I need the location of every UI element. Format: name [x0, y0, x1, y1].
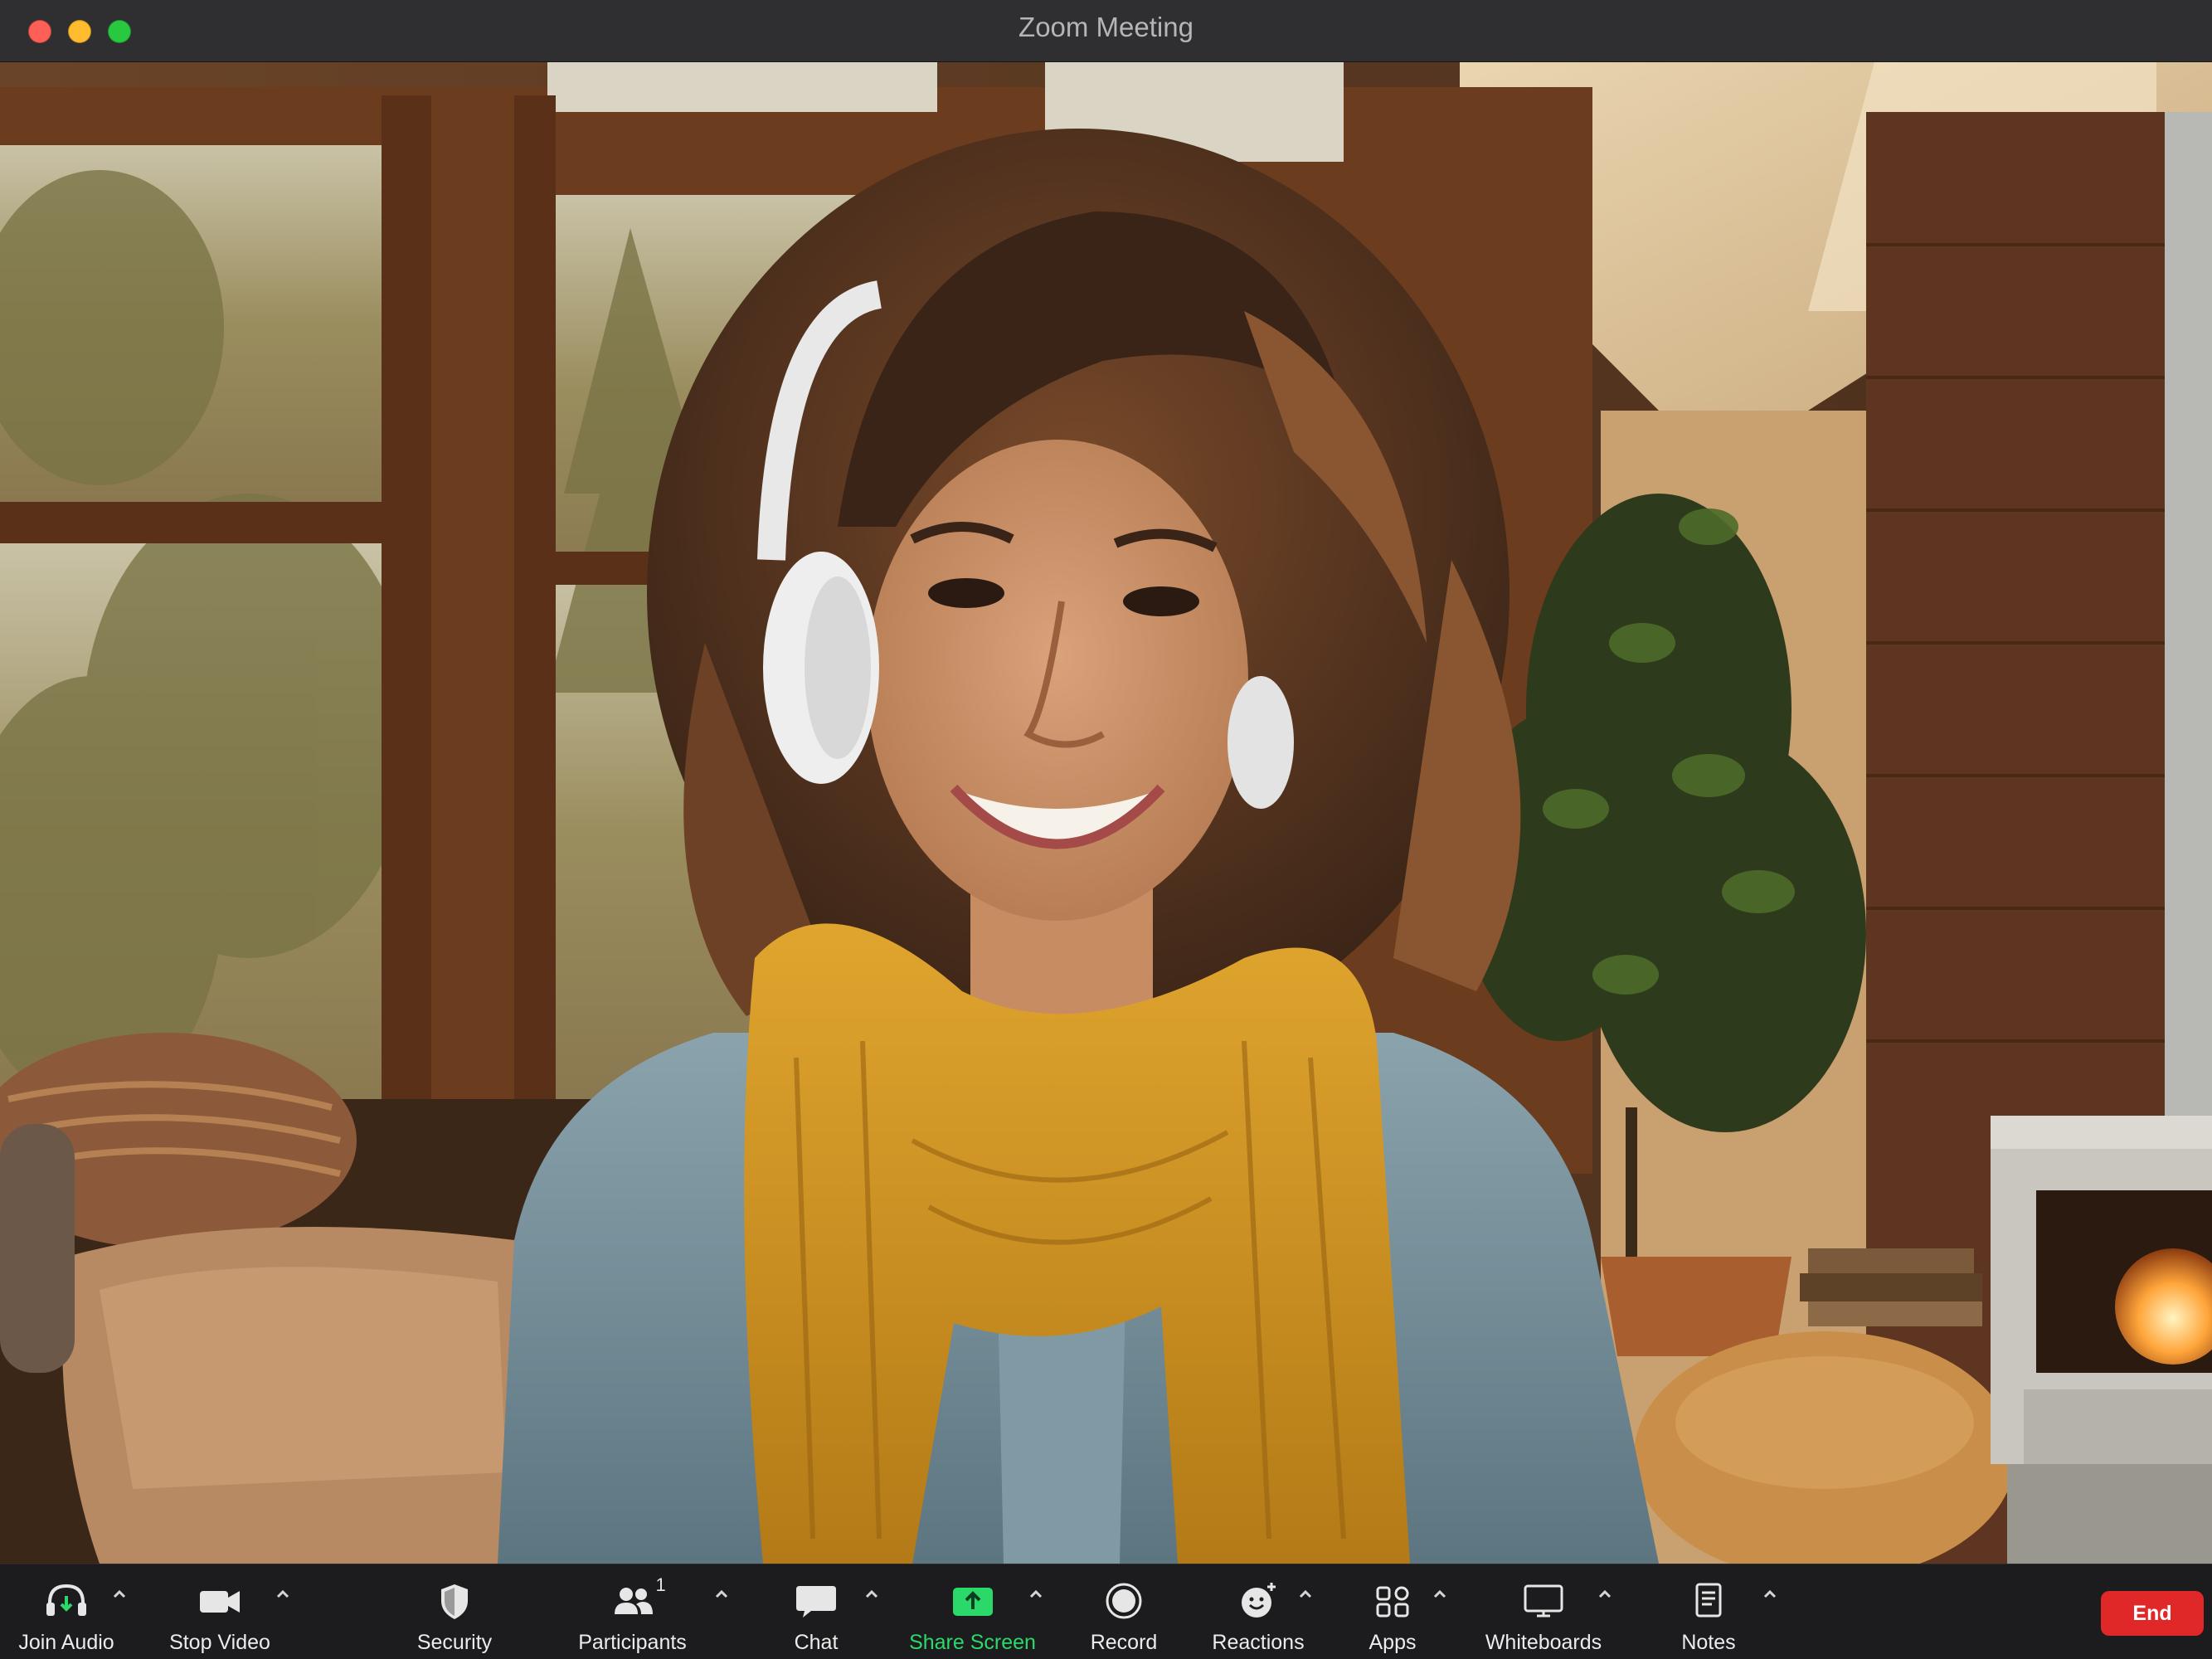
reactions-label: Reactions [1212, 1631, 1305, 1654]
record-icon [1099, 1579, 1149, 1623]
security-label: Security [416, 1631, 493, 1654]
video-options-caret[interactable] [271, 1583, 294, 1606]
record-button[interactable]: Record [1066, 1564, 1182, 1659]
notes-icon [1684, 1579, 1733, 1623]
join-audio-button[interactable]: Join Audio [8, 1564, 124, 1659]
whiteboards-options-caret[interactable] [1593, 1583, 1616, 1606]
video-scene [0, 62, 2212, 1564]
shield-icon [430, 1579, 479, 1623]
notes-options-caret[interactable] [1758, 1583, 1782, 1606]
stop-video-label: Stop Video [169, 1631, 270, 1654]
share-screen-icon [948, 1579, 998, 1623]
share-options-caret[interactable] [1024, 1583, 1048, 1606]
security-button[interactable]: Security [396, 1564, 513, 1659]
zoom-meeting-window: Zoom Meeting Join Audio Stop Video Secur… [0, 0, 2212, 1659]
video-camera-icon [195, 1579, 245, 1623]
participants-count: 1 [655, 1574, 666, 1595]
headphones-icon [41, 1579, 91, 1623]
apps-label: Apps [1369, 1631, 1417, 1654]
end-meeting-button[interactable]: End [2101, 1591, 2204, 1636]
chat-label: Chat [794, 1631, 839, 1654]
apps-button[interactable]: Apps [1334, 1564, 1451, 1659]
whiteboards-button[interactable]: Whiteboards [1481, 1564, 1606, 1659]
whiteboards-label: Whiteboards [1485, 1631, 1602, 1654]
apps-icon [1368, 1579, 1417, 1623]
participants-button[interactable]: 1 Participants [572, 1564, 693, 1659]
notes-label: Notes [1681, 1631, 1736, 1654]
reactions-button[interactable]: Reactions [1200, 1564, 1316, 1659]
participant-video-feed[interactable] [0, 62, 2212, 1564]
chat-options-caret[interactable] [860, 1583, 883, 1606]
window-title: Zoom Meeting [1018, 12, 1194, 42]
record-label: Record [1090, 1631, 1158, 1654]
participants-options-caret[interactable] [710, 1583, 733, 1606]
meeting-toolbar: Join Audio Stop Video Security 1 Partici… [0, 1564, 2212, 1659]
chat-button[interactable]: Chat [758, 1564, 874, 1659]
audio-options-caret[interactable] [108, 1583, 131, 1606]
join-audio-label: Join Audio [18, 1631, 114, 1654]
chat-bubble-icon [791, 1579, 841, 1623]
notes-button[interactable]: Notes [1650, 1564, 1767, 1659]
title-bar: Zoom Meeting [0, 0, 2212, 62]
share-screen-button[interactable]: Share Screen [908, 1564, 1037, 1659]
whiteboard-icon [1519, 1579, 1568, 1623]
apps-options-caret[interactable] [1428, 1583, 1451, 1606]
participants-label: Participants [578, 1631, 687, 1654]
share-screen-label: Share Screen [909, 1631, 1036, 1654]
reactions-icon [1233, 1579, 1283, 1623]
reactions-options-caret[interactable] [1294, 1583, 1317, 1606]
participants-icon: 1 [608, 1574, 666, 1623]
stop-video-button[interactable]: Stop Video [162, 1564, 278, 1659]
